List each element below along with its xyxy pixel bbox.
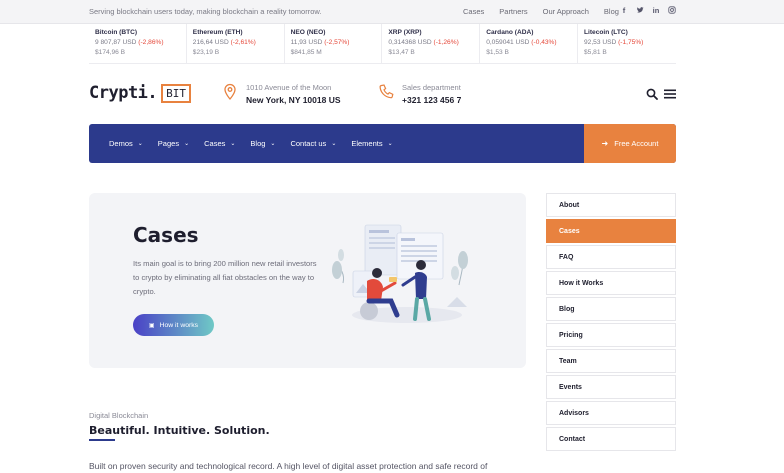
- coin-price: 11,93 USD (-2,57%): [290, 39, 350, 46]
- coin-change: (-2,86%): [138, 39, 164, 46]
- ticker-item[interactable]: NEO (NEO) 11,93 USD (-2,57%) $841,85 M: [285, 24, 383, 64]
- nav-item-demos[interactable]: Demos ⌄: [109, 139, 143, 148]
- chevron-down-icon: ⌄: [230, 141, 236, 147]
- chevron-down-icon: ⌄: [331, 141, 337, 147]
- sidebar-item-team[interactable]: Team: [546, 349, 676, 373]
- sidebar-item-events[interactable]: Events: [546, 375, 676, 399]
- facebook-icon[interactable]: f: [620, 6, 628, 16]
- coin-change: (-2,61%): [230, 39, 256, 46]
- coin-price: 0,059041 USD (-0,43%): [486, 39, 557, 46]
- coin-change: (-1,75%): [618, 39, 644, 46]
- twitter-icon[interactable]: [636, 6, 644, 16]
- coin-cap: $5,81 B: [583, 49, 607, 56]
- sidebar-item-how-it-works[interactable]: How it Works: [546, 271, 676, 295]
- sidebar-item-pricing[interactable]: Pricing: [546, 323, 676, 347]
- instagram-icon[interactable]: [668, 6, 676, 16]
- coin-name: Ethereum (ETH): [192, 29, 243, 36]
- sales-block: Sales department +321 123 456 7: [378, 83, 461, 105]
- top-links: Cases Partners Our Approach Blog: [463, 7, 619, 16]
- section-kicker: Digital Blockchain: [89, 411, 149, 420]
- coin-name: Bitcoin (BTC): [95, 29, 138, 36]
- ticker-item[interactable]: Litecoin (LTC) 92,53 USD (-1,75%) $5,81 …: [578, 24, 676, 64]
- nav-item-pages[interactable]: Pages ⌄: [158, 139, 189, 148]
- coin-cap: $23,19 B: [192, 49, 220, 56]
- hamburger-menu-icon[interactable]: [664, 89, 676, 99]
- sales-label: Sales department: [402, 83, 461, 92]
- coin-change: (-2,57%): [324, 39, 350, 46]
- search-icon[interactable]: [646, 88, 658, 100]
- section-body: Built on proven security and technologic…: [89, 461, 488, 471]
- how-it-works-button[interactable]: ▣ How it works: [133, 314, 214, 336]
- coin-name: Cardano (ADA): [486, 29, 534, 36]
- hero-illustration: [332, 224, 468, 323]
- how-it-works-label: How it works: [159, 321, 199, 329]
- nav-item-contact-us[interactable]: Contact us ⌄: [290, 139, 336, 148]
- chevron-down-icon: ⌄: [270, 141, 276, 147]
- phone-icon: [379, 84, 394, 99]
- sidebar-item-cases[interactable]: Cases: [546, 219, 676, 243]
- site-logo[interactable]: Crypti. BIT: [89, 83, 192, 103]
- coin-price: 0,314368 USD (-1,26%): [388, 39, 459, 46]
- nav-item-elements[interactable]: Elements ⌄: [351, 139, 392, 148]
- section-heading: Beautiful. Intuitive. Solution.: [89, 424, 270, 437]
- coin-price: 9 807,87 USD (-2,86%): [95, 39, 164, 46]
- sidebar-item-blog[interactable]: Blog: [546, 297, 676, 321]
- free-account-label: Free Account: [614, 139, 659, 148]
- coin-change: (-0,43%): [531, 39, 557, 46]
- nav-item-cases[interactable]: Cases ⌄: [204, 139, 235, 148]
- chevron-down-icon: ⌄: [137, 141, 143, 147]
- coin-cap: $841,85 M: [290, 49, 322, 56]
- arrow-right-icon: ➜: [601, 139, 609, 148]
- social-links: f in: [620, 6, 676, 16]
- sidebar-item-advisors[interactable]: Advisors: [546, 401, 676, 425]
- coin-name: XRP (XRP): [388, 29, 422, 36]
- coin-name: NEO (NEO): [290, 29, 326, 36]
- top-link-partners[interactable]: Partners: [499, 7, 527, 16]
- top-link-cases[interactable]: Cases: [463, 7, 484, 16]
- chevron-down-icon: ⌄: [184, 141, 190, 147]
- coin-cap: $13,47 B: [388, 49, 415, 56]
- address-line-2: New York, NY 10018 US: [246, 95, 341, 105]
- sidebar: About Cases FAQ How it Works Blog Pricin…: [546, 193, 676, 453]
- hero-description: Its main goal is to bring 200 million ne…: [133, 259, 317, 296]
- nav-item-blog[interactable]: Blog ⌄: [250, 139, 275, 148]
- address-line-1: 1010 Avenue of the Moon: [246, 83, 332, 92]
- sidebar-item-faq[interactable]: FAQ: [546, 245, 676, 269]
- coin-cap: $174,96 B: [95, 49, 126, 56]
- coin-price: 92,53 USD (-1,75%): [583, 39, 644, 46]
- sidebar-item-about[interactable]: About: [546, 193, 676, 217]
- logo-word: Crypti.: [89, 83, 158, 103]
- sales-phone[interactable]: +321 123 456 7: [402, 95, 461, 105]
- coin-name: Litecoin (LTC): [583, 29, 628, 36]
- coin-price: 216,64 USD (-2,61%): [192, 39, 256, 46]
- ticker-item[interactable]: Cardano (ADA) 0,059041 USD (-0,43%) $1,5…: [480, 24, 578, 64]
- coin-cap: $1,53 B: [486, 49, 509, 56]
- hero-panel: Cases Its main goal is to bring 200 mill…: [89, 193, 526, 368]
- heading-underline: [89, 439, 115, 441]
- logo-box: BIT: [161, 83, 192, 103]
- map-pin-icon: [224, 83, 236, 100]
- crypto-ticker: Bitcoin (BTC) 9 807,87 USD (-2,86%) $174…: [89, 24, 676, 64]
- linkedin-icon[interactable]: in: [652, 6, 660, 16]
- top-link-our-approach[interactable]: Our Approach: [543, 7, 589, 16]
- main-nav: Demos ⌄ Pages ⌄ Cases ⌄ Blog ⌄ Contact us ⌄ E…: [89, 124, 676, 163]
- chevron-down-icon: ⌄: [387, 141, 393, 147]
- free-account-button[interactable]: ➜ Free Account: [584, 124, 676, 163]
- sidebar-item-contact[interactable]: Contact: [546, 427, 676, 451]
- coin-change: (-1,26%): [433, 39, 459, 46]
- ticker-item[interactable]: XRP (XRP) 0,314368 USD (-1,26%) $13,47 B: [382, 24, 481, 64]
- ticker-item[interactable]: Bitcoin (BTC) 9 807,87 USD (-2,86%) $174…: [89, 24, 187, 64]
- top-link-blog[interactable]: Blog: [604, 7, 619, 16]
- chat-icon: ▣: [148, 322, 155, 329]
- ticker-item[interactable]: Ethereum (ETH) 216,64 USD (-2,61%) $23,1…: [187, 24, 285, 64]
- top-bar: Serving blockchain users today, making b…: [0, 0, 784, 24]
- page-title: Cases: [133, 223, 199, 247]
- tagline: Serving blockchain users today, making b…: [89, 7, 322, 16]
- address-block: 1010 Avenue of the Moon New York, NY 100…: [222, 83, 341, 105]
